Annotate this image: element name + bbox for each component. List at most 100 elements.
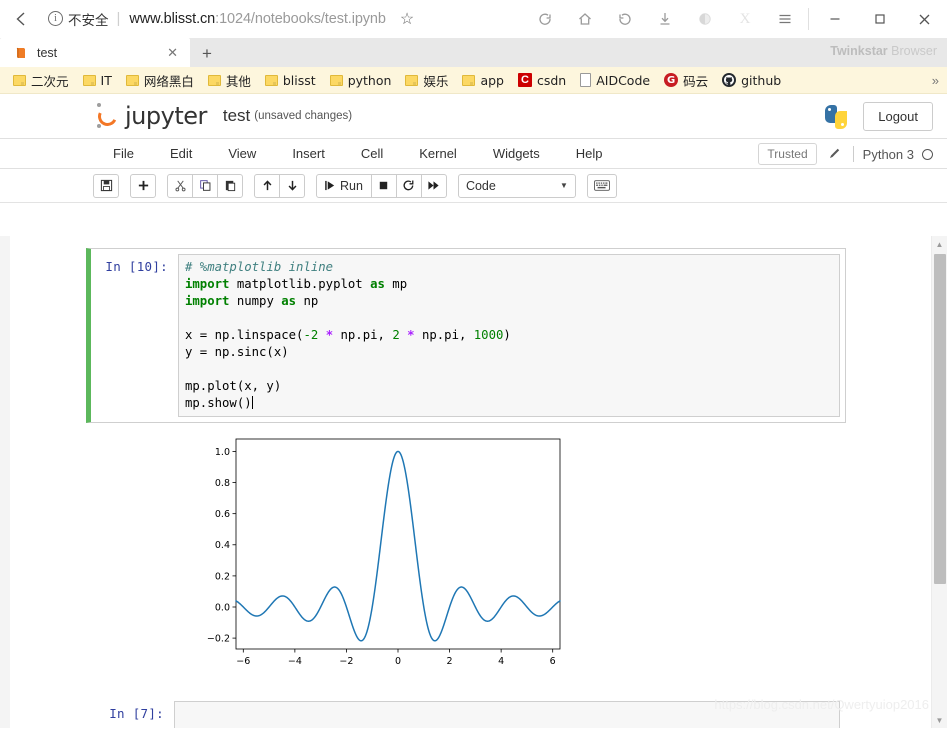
minimize-button[interactable] [812, 0, 857, 38]
bookmark-github[interactable]: github [715, 73, 788, 88]
menu-icon[interactable] [765, 0, 805, 38]
bookmark-python[interactable]: python [323, 73, 399, 88]
toolbar-divider [808, 8, 809, 30]
notebook-scroll-area: In [10]: # %matplotlib inline import mat… [0, 236, 947, 728]
menu-edit[interactable]: Edit [152, 139, 210, 169]
code-input-area-empty[interactable] [174, 701, 840, 728]
menu-view[interactable]: View [210, 139, 274, 169]
bookmark-二次元[interactable]: 二次元 [6, 71, 76, 90]
toolbar-group-run: Run [316, 173, 447, 198]
bookmark-star-icon[interactable]: ☆ [400, 9, 414, 29]
menu-cell[interactable]: Cell [343, 139, 401, 169]
extension-icon[interactable]: X [725, 0, 765, 38]
output-body: −6 −4 −2 0 2 4 6 −0.2 0.0 0.2 0.4 0.6 0.8 1.0 [168, 423, 846, 683]
command-palette-button[interactable] [586, 173, 617, 198]
stop-square-icon [380, 181, 388, 190]
bookmark-IT[interactable]: IT [76, 73, 119, 88]
bookmark-label: 码云 [683, 73, 709, 89]
menu-insert[interactable]: Insert [274, 139, 343, 169]
close-button[interactable] [902, 0, 947, 38]
menu-widgets[interactable]: Widgets [475, 139, 558, 169]
page-left-edge [0, 236, 10, 728]
url-host: www.blisst.cn [129, 10, 216, 27]
url-text: www.blisst.cn:1024/notebooks/test.ipynb [129, 10, 386, 27]
cell-output-area: −6 −4 −2 0 2 4 6 −0.2 0.0 0.2 0.4 0.6 0.8 1.0 [86, 423, 846, 683]
scroll-up-arrow-icon[interactable]: ▲ [932, 236, 947, 252]
scrollbar-thumb[interactable] [934, 254, 946, 584]
keyboard-icon [594, 180, 610, 191]
trusted-badge[interactable]: Trusted [758, 143, 817, 165]
jupyter-logo[interactable]: jupyter [95, 102, 207, 130]
bookmarks-overflow-icon[interactable]: » [932, 73, 939, 88]
jupyter-logo-text: jupyter [125, 102, 207, 130]
bookmark-娱乐[interactable]: 娱乐 [398, 71, 455, 90]
svg-text:0.6: 0.6 [215, 509, 230, 520]
paste-button[interactable] [217, 173, 243, 198]
address-bar[interactable]: i 不安全 | www.blisst.cn:1024/notebooks/tes… [42, 0, 462, 38]
move-cell-up-button[interactable] [254, 173, 280, 198]
bookmark-其他[interactable]: 其他 [201, 71, 258, 90]
brand-bold: Twinkstar [830, 44, 888, 58]
menu-kernel[interactable]: Kernel [401, 139, 475, 169]
jupyter-menubar: File Edit View Insert Cell Kernel Widgets Help … [0, 139, 947, 169]
notebook-name[interactable]: test [223, 106, 250, 126]
svg-text:0.0: 0.0 [215, 602, 230, 613]
code-input-area[interactable]: # %matplotlib inline import matplotlib.p… [178, 254, 840, 417]
home-icon[interactable] [565, 0, 605, 38]
browser-toolbar: i 不安全 | www.blisst.cn:1024/notebooks/tes… [0, 0, 947, 38]
maximize-button[interactable] [857, 0, 902, 38]
bookmark-app[interactable]: app [455, 73, 511, 88]
bookmark-label: blisst [282, 72, 316, 88]
tab-close-icon[interactable]: ✕ [163, 45, 182, 61]
logout-button[interactable]: Logout [863, 102, 933, 131]
bookmark-码云[interactable]: G 码云 [657, 71, 715, 90]
restart-run-all-button[interactable] [420, 173, 447, 198]
info-circle-icon[interactable]: i [48, 11, 63, 26]
bookmark-AIDCode[interactable]: AIDCode [573, 73, 657, 88]
bookmark-blisst[interactable]: blisst [258, 73, 323, 88]
folder-icon [125, 74, 139, 86]
menubar-right: Trusted Python 3 [758, 139, 933, 169]
svg-text:6: 6 [550, 656, 556, 667]
bookmark-label: app [480, 72, 504, 88]
download-icon[interactable] [645, 0, 685, 38]
menu-help[interactable]: Help [558, 139, 621, 169]
theme-icon[interactable] [685, 0, 725, 38]
vertical-scrollbar[interactable]: ▲ ▼ [931, 236, 947, 728]
jupyter-toolbar: Run Code ▼ [0, 169, 947, 203]
run-button[interactable]: Run [316, 173, 372, 198]
url-path: :1024/notebooks/test.ipynb [215, 10, 386, 27]
kernel-idle-circle-icon[interactable] [922, 148, 933, 160]
save-button[interactable] [93, 173, 119, 198]
new-tab-button[interactable]: + [190, 41, 224, 67]
copy-button[interactable] [192, 173, 218, 198]
fast-forward-icon [428, 181, 440, 190]
bookmark-网络黑白[interactable]: 网络黑白 [119, 71, 201, 90]
scroll-down-arrow-icon[interactable]: ▼ [932, 712, 947, 728]
insert-cell-button[interactable] [130, 173, 156, 198]
restart-icon [403, 180, 414, 191]
toolbar-group-insert [130, 173, 156, 198]
pencil-icon [817, 146, 853, 163]
code-source[interactable]: # %matplotlib inline import matplotlib.p… [185, 259, 833, 412]
bookmark-csdn[interactable]: Ccsdn [511, 73, 573, 88]
tab-test[interactable]: test ✕ [0, 38, 190, 67]
cut-button[interactable] [167, 173, 193, 198]
bookmark-label: 其他 [225, 73, 251, 89]
history-icon[interactable] [605, 0, 645, 38]
move-cell-down-button[interactable] [279, 173, 305, 198]
interrupt-kernel-button[interactable] [370, 173, 397, 198]
browser-actions: X [525, 0, 947, 38]
run-play-icon [325, 180, 335, 191]
svg-text:1.0: 1.0 [215, 447, 230, 458]
svg-text:−4: −4 [288, 656, 302, 667]
cell-type-select[interactable]: Code ▼ [457, 173, 576, 198]
notebook-cell-code-selected[interactable]: In [10]: # %matplotlib inline import mat… [86, 248, 846, 423]
svg-text:0.8: 0.8 [215, 478, 230, 489]
menu-file[interactable]: File [95, 139, 152, 169]
back-button[interactable] [0, 0, 42, 38]
chevron-down-icon: ▼ [560, 181, 568, 190]
restart-kernel-button[interactable] [395, 173, 422, 198]
sync-icon[interactable] [525, 0, 565, 38]
notebook-cell-code-empty[interactable]: In [7]: [86, 695, 846, 728]
